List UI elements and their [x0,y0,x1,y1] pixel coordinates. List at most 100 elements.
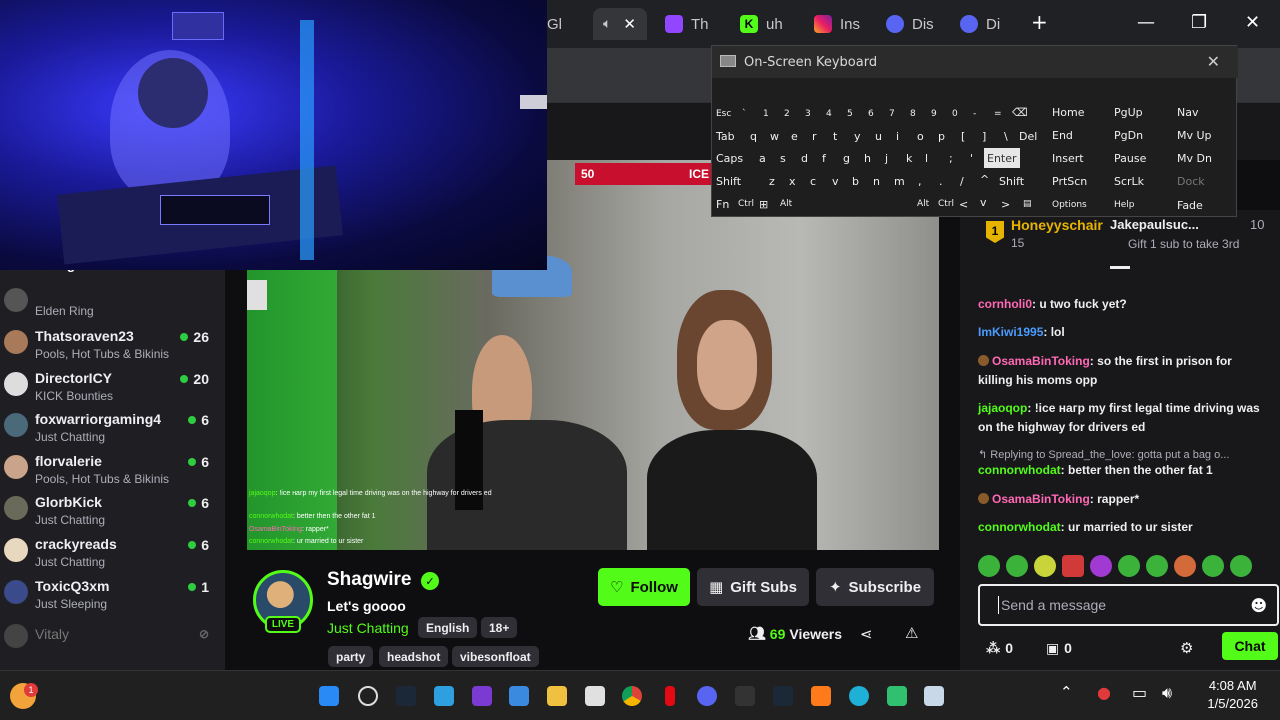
app-icon[interactable] [887,686,907,706]
osk-key[interactable]: Esc [716,104,731,124]
osk-key[interactable]: ⌫ [1012,102,1028,122]
osk-key[interactable]: [ [961,126,965,146]
osk-key[interactable]: Ctrl [938,194,954,214]
app-icon[interactable] [924,686,944,706]
osk-key[interactable]: 4 [826,104,832,124]
osk-key[interactable]: ▤ [1023,194,1032,214]
osk-key[interactable]: . [939,171,943,191]
report-icon[interactable]: ⚠ [905,624,918,642]
osk-key[interactable]: 1 [763,104,769,124]
sidebar-channel[interactable]: Vitaly ⊘ [0,624,225,665]
discord-icon[interactable] [697,686,717,706]
tab-kick[interactable]: K uh [740,8,783,40]
osk-key[interactable]: Shift [999,171,1024,191]
network-icon[interactable]: ▭ [1132,683,1147,702]
osk-key-enter[interactable]: Enter [984,148,1020,168]
tab-discord-2[interactable]: Di [960,8,1000,40]
osk-key[interactable]: Ctrl [738,194,754,214]
osk-key[interactable]: Fn [716,194,729,214]
osk-key[interactable]: l [925,148,928,168]
osk-titlebar[interactable]: On-Screen Keyboard ✕ [712,46,1238,78]
osk-key[interactable]: j [885,148,888,168]
osk-key[interactable]: h [864,148,871,168]
brave-icon[interactable] [811,686,831,706]
osk-key[interactable]: ^ [980,169,989,189]
osk-key[interactable]: PgUp [1114,102,1143,122]
osk-key[interactable]: q [750,126,757,146]
tab-twitch[interactable]: Th [665,8,709,40]
top-gifter-name[interactable]: Honeyyschair [1011,217,1103,233]
osk-key[interactable]: f [822,148,826,168]
minimize-button[interactable]: — [1137,12,1155,33]
language-tag[interactable]: English [418,617,478,638]
emote-icon[interactable] [1118,555,1140,577]
osk-key[interactable]: Mv Dn [1177,148,1212,168]
osk-key[interactable]: Home [1052,102,1084,122]
osk-key[interactable]: g [843,148,850,168]
osk-key[interactable]: Shift [716,171,741,191]
osk-key[interactable]: ] [982,126,986,146]
osk-key[interactable]: 6 [868,104,874,124]
osk-key[interactable]: = [994,104,1002,124]
osk-key[interactable]: n [873,171,880,191]
osk-key[interactable]: i [896,126,899,146]
new-tab-button[interactable]: + [1031,10,1048,34]
osk-key[interactable]: / [960,171,964,191]
osk-key[interactable]: 0 [952,104,958,124]
gifts-display[interactable]: ▣ 0 [1046,640,1072,657]
emote-icon[interactable] [1062,555,1084,577]
osk-key[interactable]: 3 [805,104,811,124]
close-window-button[interactable]: ✕ [1245,12,1260,33]
osk-key[interactable]: 5 [847,104,853,124]
osk-key[interactable]: m [894,171,905,191]
emote-icon[interactable] [1034,555,1056,577]
osk-key[interactable]: Fade [1177,195,1203,215]
category-link[interactable]: Just Chatting [327,620,409,636]
sidebar-channel[interactable]: foxwarriorgaming4 Just Chatting 6 [0,409,225,450]
osk-key[interactable]: Alt [917,194,929,214]
osk-key[interactable]: d [801,148,808,168]
osk-key[interactable]: Help [1114,195,1135,215]
widgets-icon[interactable] [509,686,529,706]
osk-close-button[interactable]: ✕ [1207,52,1220,71]
steam-icon[interactable] [773,686,793,706]
streamer-name[interactable]: Shagwire [327,569,411,591]
osk-key[interactable]: Del [1019,126,1037,146]
tray-chevron-icon[interactable]: ⌃ [1060,683,1073,701]
search-icon[interactable] [358,686,378,706]
osk-key[interactable]: c [810,171,816,191]
netflix-icon[interactable] [665,686,675,706]
osk-key[interactable]: ; [949,148,953,168]
osk-key[interactable]: Nav [1177,102,1198,122]
microphone-icon[interactable]: ● [1097,683,1111,702]
tab-gl[interactable]: Gl [547,8,562,40]
tab-close-icon[interactable]: ✕ [623,15,636,33]
app-icon[interactable] [735,686,755,706]
store-icon[interactable] [585,686,605,706]
osk-key[interactable]: ' [970,148,973,168]
osk-key[interactable]: t [833,126,837,146]
emoji-icon[interactable]: ☻ [1250,596,1267,615]
osk-key[interactable]: 8 [910,104,916,124]
collapse-handle-icon[interactable] [1110,266,1130,269]
osk-key[interactable]: \ [1004,126,1008,146]
send-chat-button[interactable]: Chat [1222,632,1278,660]
osk-key[interactable]: r [812,126,817,146]
osk-key[interactable]: u [875,126,882,146]
steam-icon[interactable] [396,686,416,706]
osk-key[interactable]: p [938,126,945,146]
osk-key[interactable]: x [789,171,796,191]
speaker-icon[interactable]: 🔈︎ [603,16,611,32]
osk-key[interactable]: ScrLk [1114,171,1144,191]
osk-key[interactable]: < [959,194,968,214]
points-display[interactable]: ⁂ 0 [986,640,1013,657]
tab-discord-1[interactable]: Dis [886,8,934,40]
osk-key[interactable]: Dock [1177,171,1205,191]
osk-key[interactable]: 2 [784,104,790,124]
osk-key[interactable]: a [759,148,766,168]
edge-icon[interactable] [849,686,869,706]
tab-active-speaker[interactable]: 🔈︎ ✕ [593,8,647,40]
osk-key[interactable]: v [980,192,987,212]
osk-key[interactable]: b [852,171,859,191]
osk-key[interactable]: Tab [716,126,735,146]
